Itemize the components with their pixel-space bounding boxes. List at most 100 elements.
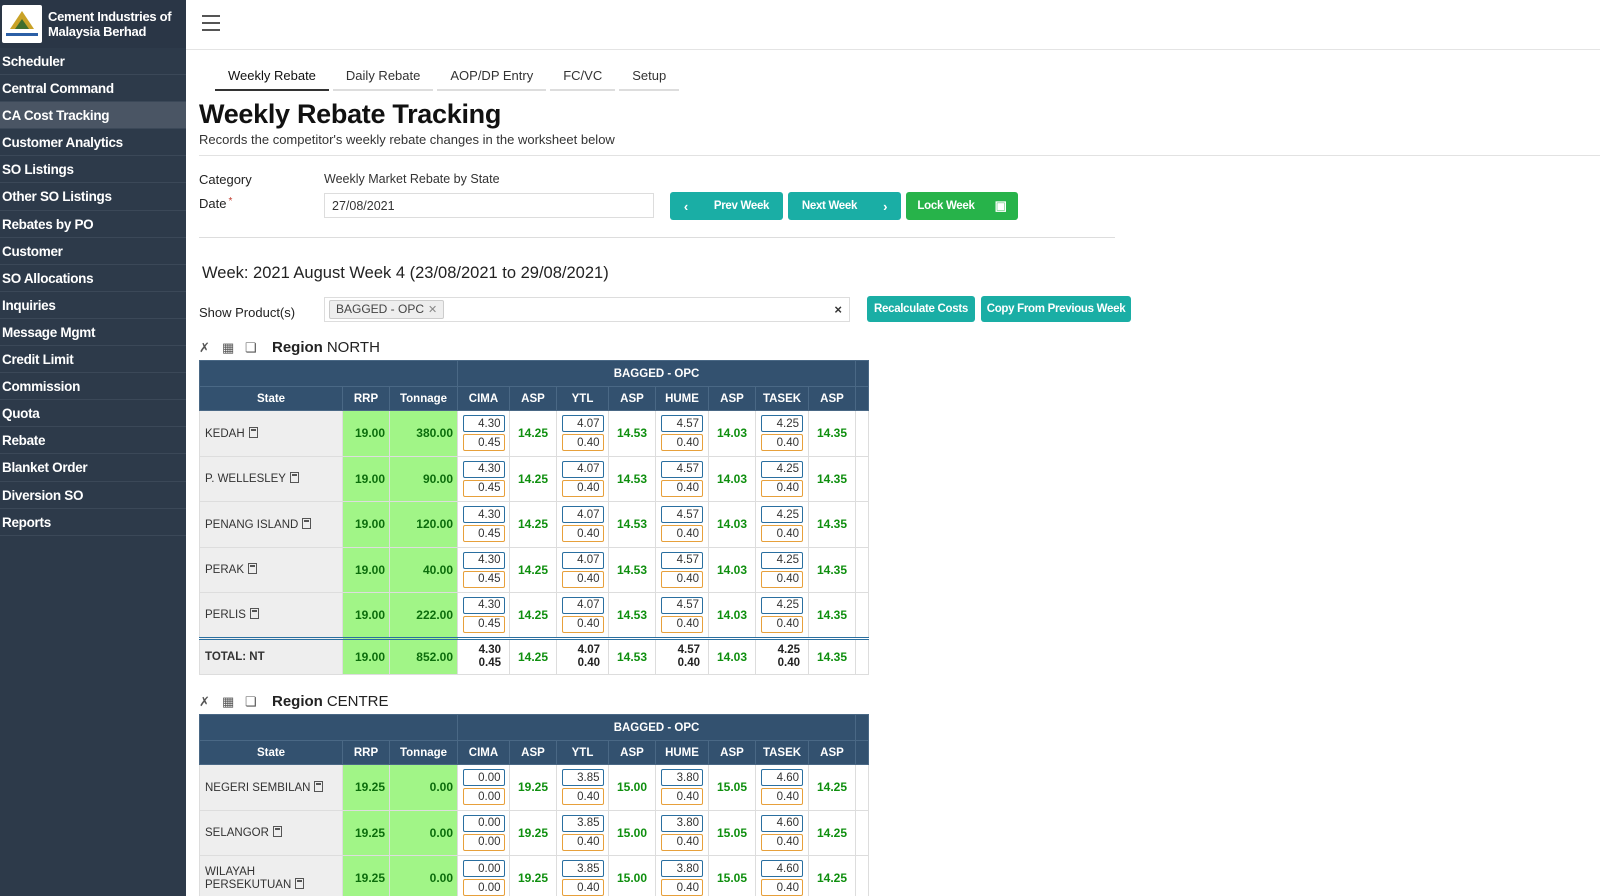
cima-rebate-input[interactable] bbox=[462, 769, 505, 787]
ytl-discount-input[interactable] bbox=[561, 479, 604, 497]
clear-selection-icon[interactable]: × bbox=[834, 302, 842, 317]
cima-rebate-input[interactable] bbox=[462, 506, 505, 524]
hume-discount-input[interactable] bbox=[661, 525, 703, 543]
ytl-discount-input[interactable] bbox=[561, 833, 604, 851]
hume-rebate-input[interactable] bbox=[661, 860, 703, 878]
sidebar-item-credit-limit[interactable]: Credit Limit bbox=[0, 346, 186, 374]
tasek-rebate-input[interactable] bbox=[761, 506, 803, 524]
sidebar-item-rebates-by-po[interactable]: Rebates by PO bbox=[0, 211, 186, 238]
calculator-icon[interactable] bbox=[314, 780, 324, 792]
hume-discount-input[interactable] bbox=[661, 879, 703, 896]
calculator-icon[interactable] bbox=[248, 563, 257, 575]
copy-icon[interactable]: ❏ bbox=[245, 340, 261, 355]
hume-rebate-input[interactable] bbox=[661, 769, 703, 787]
tab-setup[interactable]: Setup bbox=[619, 67, 680, 91]
cima-discount-input[interactable] bbox=[462, 570, 505, 588]
ytl-rebate-input[interactable] bbox=[561, 814, 604, 832]
ytl-rebate-input[interactable] bbox=[561, 596, 604, 614]
ytl-rebate-input[interactable] bbox=[561, 460, 604, 478]
cima-rebate-input[interactable] bbox=[462, 460, 505, 478]
cima-rebate-input[interactable] bbox=[462, 415, 505, 433]
cima-discount-input[interactable] bbox=[462, 615, 505, 633]
ytl-discount-input[interactable] bbox=[561, 615, 604, 633]
hume-rebate-input[interactable] bbox=[661, 814, 703, 832]
ytl-discount-input[interactable] bbox=[561, 525, 604, 543]
prev-week-button[interactable]: ‹ Prev Week bbox=[670, 192, 783, 220]
sidebar-item-message-mgmt[interactable]: Message Mgmt bbox=[0, 319, 186, 347]
lock-week-button[interactable]: Lock Week ▣ bbox=[906, 192, 1018, 220]
tasek-rebate-input[interactable] bbox=[761, 460, 803, 478]
hume-rebate-input[interactable] bbox=[661, 596, 703, 614]
calculator-icon[interactable] bbox=[302, 517, 312, 529]
tab-daily-rebate[interactable]: Daily Rebate bbox=[332, 67, 434, 91]
tasek-discount-input[interactable] bbox=[761, 525, 803, 543]
calculator-icon[interactable] bbox=[249, 608, 259, 620]
ytl-rebate-input[interactable] bbox=[561, 860, 604, 878]
ytl-rebate-input[interactable] bbox=[561, 506, 604, 524]
hume-discount-input[interactable] bbox=[661, 615, 703, 633]
sidebar-item-quota[interactable]: Quota bbox=[0, 400, 186, 428]
sidebar-item-diversion-so[interactable]: Diversion SO bbox=[0, 482, 186, 509]
ytl-discount-input[interactable] bbox=[561, 788, 604, 806]
sidebar-item-scheduler[interactable]: Scheduler bbox=[0, 48, 186, 76]
menu-toggle-icon[interactable] bbox=[202, 15, 220, 31]
tasek-rebate-input[interactable] bbox=[761, 596, 803, 614]
hume-rebate-input[interactable] bbox=[661, 460, 703, 478]
hume-discount-input[interactable] bbox=[661, 833, 703, 851]
tasek-discount-input[interactable] bbox=[761, 833, 803, 851]
hume-rebate-input[interactable] bbox=[661, 551, 703, 569]
next-week-button[interactable]: Next Week › bbox=[788, 192, 901, 220]
cima-rebate-input[interactable] bbox=[462, 551, 505, 569]
sidebar-item-customer-analytics[interactable]: Customer Analytics bbox=[0, 129, 186, 157]
hume-rebate-input[interactable] bbox=[661, 415, 703, 433]
sidebar-item-inquiries[interactable]: Inquiries bbox=[0, 292, 186, 319]
calculator-icon[interactable] bbox=[295, 877, 305, 889]
tab-weekly-rebate[interactable]: Weekly Rebate bbox=[215, 67, 329, 91]
sidebar-item-commission[interactable]: Commission bbox=[0, 373, 186, 401]
cima-discount-input[interactable] bbox=[462, 879, 505, 896]
product-chip[interactable]: BAGGED - OPC ✕ bbox=[329, 300, 445, 319]
recalculate-costs-button[interactable]: Recalculate Costs bbox=[867, 296, 975, 322]
hume-discount-input[interactable] bbox=[661, 570, 703, 588]
tasek-rebate-input[interactable] bbox=[761, 551, 803, 569]
unlink-icon[interactable]: ✗ bbox=[199, 694, 215, 709]
cima-discount-input[interactable] bbox=[462, 434, 505, 452]
tab-fc-vc[interactable]: FC/VC bbox=[550, 67, 616, 91]
copy-from-previous-week-button[interactable]: Copy From Previous Week bbox=[981, 296, 1131, 322]
ytl-rebate-input[interactable] bbox=[561, 415, 604, 433]
unlink-icon[interactable]: ✗ bbox=[199, 340, 215, 355]
tasek-discount-input[interactable] bbox=[761, 479, 803, 497]
sidebar-item-other-so-listings[interactable]: Other SO Listings bbox=[0, 183, 186, 211]
sidebar-item-customer[interactable]: Customer bbox=[0, 238, 186, 265]
copy-icon[interactable]: ❏ bbox=[245, 694, 261, 709]
tasek-discount-input[interactable] bbox=[761, 879, 803, 896]
brand[interactable]: Cement Industries of Malaysia Berhad bbox=[0, 0, 186, 48]
hume-discount-input[interactable] bbox=[661, 788, 703, 806]
calculator-icon[interactable]: ▦ bbox=[222, 694, 238, 709]
tasek-discount-input[interactable] bbox=[761, 434, 803, 452]
tasek-rebate-input[interactable] bbox=[761, 814, 803, 832]
ytl-rebate-input[interactable] bbox=[561, 769, 604, 787]
calculator-icon[interactable]: ▦ bbox=[222, 340, 238, 355]
ytl-discount-input[interactable] bbox=[561, 434, 604, 452]
sidebar-item-blanket-order[interactable]: Blanket Order bbox=[0, 454, 186, 482]
hume-discount-input[interactable] bbox=[661, 434, 703, 452]
product-multiselect[interactable]: BAGGED - OPC ✕ × bbox=[324, 297, 850, 322]
cima-discount-input[interactable] bbox=[462, 479, 505, 497]
ytl-rebate-input[interactable] bbox=[561, 551, 604, 569]
sidebar-item-reports[interactable]: Reports bbox=[0, 509, 186, 536]
sidebar-item-ca-cost-tracking[interactable]: CA Cost Tracking bbox=[0, 102, 186, 130]
calculator-icon[interactable] bbox=[248, 426, 258, 438]
sidebar-item-so-allocations[interactable]: SO Allocations bbox=[0, 265, 186, 292]
tasek-discount-input[interactable] bbox=[761, 570, 803, 588]
cima-discount-input[interactable] bbox=[462, 788, 505, 806]
tasek-discount-input[interactable] bbox=[761, 615, 803, 633]
hume-rebate-input[interactable] bbox=[661, 506, 703, 524]
cima-discount-input[interactable] bbox=[462, 525, 505, 543]
tasek-rebate-input[interactable] bbox=[761, 860, 803, 878]
ytl-discount-input[interactable] bbox=[561, 570, 604, 588]
tasek-rebate-input[interactable] bbox=[761, 415, 803, 433]
cima-rebate-input[interactable] bbox=[462, 860, 505, 878]
sidebar-item-so-listings[interactable]: SO Listings bbox=[0, 156, 186, 184]
calculator-icon[interactable] bbox=[289, 472, 299, 484]
